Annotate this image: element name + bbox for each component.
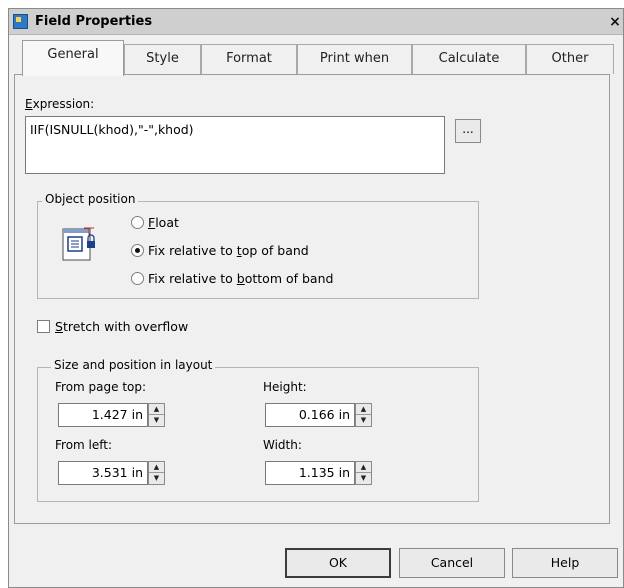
height-field[interactable]: 0.166 in bbox=[265, 403, 355, 427]
stretch-checkbox[interactable] bbox=[37, 320, 50, 333]
from-page-top-spin-buttons[interactable]: ▲ ▼ bbox=[148, 403, 165, 427]
tab-general[interactable]: General bbox=[22, 40, 124, 76]
tab-format[interactable]: Format bbox=[201, 44, 297, 74]
help-button[interactable]: Help bbox=[512, 548, 618, 578]
expression-input[interactable]: IIF(ISNULL(khod),"-",khod) bbox=[25, 116, 445, 174]
radio-fix-top[interactable]: Fix relative to top of band bbox=[131, 243, 309, 258]
cancel-button[interactable]: Cancel bbox=[399, 548, 505, 578]
radio-fix-top-button[interactable] bbox=[131, 244, 144, 257]
object-position-legend: Object position bbox=[42, 192, 139, 206]
from-left-spin-buttons[interactable]: ▲ ▼ bbox=[148, 461, 165, 485]
width-spinner[interactable]: 1.135 in ▲ ▼ bbox=[265, 461, 373, 485]
width-label: Width: bbox=[263, 438, 302, 452]
radio-fix-bottom-button[interactable] bbox=[131, 272, 144, 285]
tab-print-when[interactable]: Print when bbox=[297, 44, 412, 74]
from-left-spinner[interactable]: 3.531 in ▲ ▼ bbox=[58, 461, 166, 485]
close-icon[interactable]: × bbox=[607, 13, 623, 31]
expression-label: Expression: bbox=[25, 97, 95, 111]
radio-float-button[interactable] bbox=[131, 216, 144, 229]
radio-float[interactable]: Float bbox=[131, 215, 179, 230]
size-position-legend: Size and position in layout bbox=[51, 358, 216, 372]
spin-up-icon[interactable]: ▲ bbox=[356, 462, 371, 473]
title-bar[interactable]: Field Properties × bbox=[9, 9, 623, 35]
spin-up-icon[interactable]: ▲ bbox=[149, 404, 164, 415]
tab-calculate[interactable]: Calculate bbox=[412, 44, 526, 74]
width-field[interactable]: 1.135 in bbox=[265, 461, 355, 485]
ok-button[interactable]: OK bbox=[285, 548, 391, 578]
from-left-label: From left: bbox=[55, 438, 113, 452]
height-spinner[interactable]: 0.166 in ▲ ▼ bbox=[265, 403, 373, 427]
spin-down-icon[interactable]: ▼ bbox=[356, 473, 371, 484]
tab-other[interactable]: Other bbox=[526, 44, 614, 74]
spin-down-icon[interactable]: ▼ bbox=[356, 415, 371, 426]
stretch-label: Stretch with overflow bbox=[55, 319, 189, 334]
dialog-title: Field Properties bbox=[35, 14, 153, 29]
spin-up-icon[interactable]: ▲ bbox=[356, 404, 371, 415]
radio-fix-bottom[interactable]: Fix relative to bottom of band bbox=[131, 271, 333, 286]
from-page-top-label: From page top: bbox=[55, 380, 147, 394]
from-left-field[interactable]: 3.531 in bbox=[58, 461, 148, 485]
height-spin-buttons[interactable]: ▲ ▼ bbox=[355, 403, 372, 427]
object-position-icon bbox=[62, 227, 95, 261]
width-spin-buttons[interactable]: ▲ ▼ bbox=[355, 461, 372, 485]
radio-fix-top-label: Fix relative to top of band bbox=[148, 243, 309, 258]
from-page-top-field[interactable]: 1.427 in bbox=[58, 403, 148, 427]
radio-float-label: Float bbox=[148, 215, 179, 230]
spin-down-icon[interactable]: ▼ bbox=[149, 473, 164, 484]
spin-up-icon[interactable]: ▲ bbox=[149, 462, 164, 473]
app-icon bbox=[13, 14, 28, 29]
height-label: Height: bbox=[263, 380, 307, 394]
tab-style[interactable]: Style bbox=[124, 44, 201, 74]
expression-builder-button[interactable]: ... bbox=[455, 119, 481, 143]
radio-fix-bottom-label: Fix relative to bottom of band bbox=[148, 271, 334, 286]
spin-down-icon[interactable]: ▼ bbox=[149, 415, 164, 426]
from-page-top-spinner[interactable]: 1.427 in ▲ ▼ bbox=[58, 403, 166, 427]
